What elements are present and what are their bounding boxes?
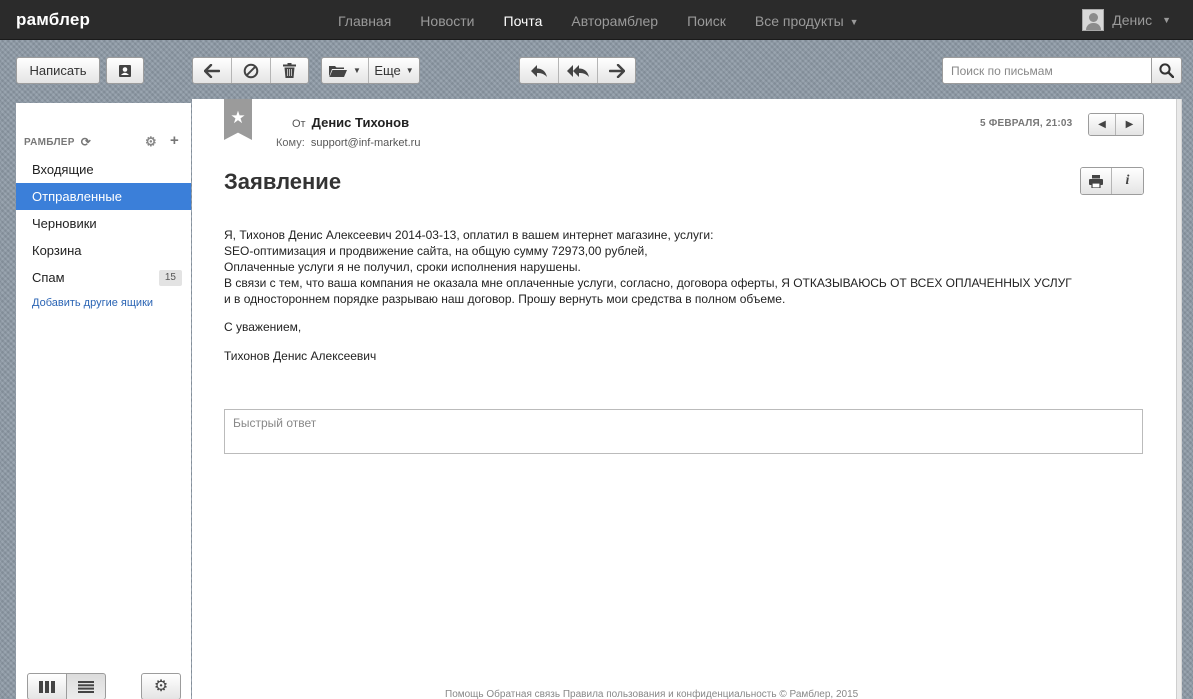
columns-icon bbox=[39, 680, 55, 693]
body-signature: Тихонов Денис Алексеевич bbox=[224, 349, 377, 363]
message-actions-group bbox=[192, 57, 309, 84]
triangle-left-icon: ◀ bbox=[1098, 118, 1106, 130]
folder-icon bbox=[329, 65, 348, 77]
folder-trash[interactable]: Корзина bbox=[16, 237, 191, 264]
sender-name[interactable]: Денис Тихонов bbox=[312, 115, 409, 130]
to-label: Кому: bbox=[276, 137, 305, 149]
list-icon bbox=[78, 680, 94, 693]
folder-list: Входящие Отправленные Черновики Корзина … bbox=[16, 156, 191, 291]
print-icon bbox=[1089, 174, 1103, 188]
layout-columns-button[interactable] bbox=[27, 673, 67, 699]
reply-button[interactable] bbox=[520, 58, 559, 83]
chevron-down-icon: ▼ bbox=[849, 17, 859, 27]
layout-list-button[interactable] bbox=[66, 673, 106, 699]
folder-sent[interactable]: Отправленные bbox=[16, 183, 191, 210]
top-bar: рамблер Главная Новости Почта Авторамбле… bbox=[0, 0, 1193, 40]
unread-count-badge: 15 bbox=[158, 270, 182, 286]
print-button[interactable] bbox=[1081, 168, 1112, 194]
info-icon: i bbox=[1125, 173, 1130, 188]
nav-search[interactable]: Поиск bbox=[687, 0, 726, 40]
account-header: РАМБЛЕР ⟳ ⚙ + bbox=[24, 132, 184, 150]
more-button[interactable]: Еще ▼ bbox=[369, 58, 419, 83]
block-icon bbox=[243, 63, 259, 78]
user-name: Денис bbox=[1112, 12, 1153, 28]
body-line: Оплаченные услуги я не получил, сроки ис… bbox=[224, 260, 581, 274]
contacts-icon bbox=[119, 64, 131, 77]
body-regards: С уважением, bbox=[224, 320, 302, 334]
spam-button[interactable] bbox=[232, 58, 271, 83]
info-button[interactable]: i bbox=[1112, 168, 1143, 194]
trash-icon bbox=[283, 63, 296, 78]
body-line: и в одностороннем порядке разрываю наш д… bbox=[224, 292, 786, 306]
message-nav-group: ◀ ▶ bbox=[1088, 113, 1144, 136]
contacts-button[interactable] bbox=[106, 57, 144, 84]
top-navigation: Главная Новости Почта Авторамблер Поиск … bbox=[338, 0, 888, 40]
folder-spam[interactable]: Спам 15 bbox=[16, 264, 191, 291]
triangle-right-icon: ▶ bbox=[1125, 118, 1134, 130]
plus-icon[interactable]: + bbox=[170, 132, 179, 149]
message-subject: Заявление bbox=[224, 169, 342, 194]
from-label: От bbox=[292, 118, 306, 130]
move-more-group: ▼ Еще ▼ bbox=[321, 57, 420, 84]
back-button[interactable] bbox=[193, 58, 232, 83]
reply-all-icon bbox=[567, 64, 589, 77]
nav-mail[interactable]: Почта bbox=[504, 0, 543, 40]
gear-icon[interactable]: ⚙ bbox=[145, 134, 157, 150]
next-message-button[interactable]: ▶ bbox=[1116, 114, 1143, 135]
reply-actions-group bbox=[519, 57, 636, 84]
avatar bbox=[1082, 9, 1105, 31]
search-input[interactable] bbox=[942, 57, 1152, 84]
sidebar: РАМБЛЕР ⟳ ⚙ + Входящие Отправленные Черн… bbox=[16, 103, 191, 699]
body-line: SEO-оптимизация и продвижение сайта, на … bbox=[224, 244, 648, 258]
message-view: ★ От Денис Тихонов Кому: support@inf-mar… bbox=[192, 99, 1176, 699]
rambler-logo[interactable]: рамблер bbox=[16, 10, 90, 30]
gear-icon: ⚙ bbox=[153, 677, 169, 695]
forward-button[interactable] bbox=[598, 58, 635, 83]
more-label: Еще bbox=[374, 63, 401, 78]
delete-button[interactable] bbox=[271, 58, 308, 83]
user-menu[interactable]: Денис ▼ bbox=[1082, 9, 1171, 31]
quick-reply-field[interactable] bbox=[224, 409, 1143, 454]
nav-all-products-label: Все продукты bbox=[754, 13, 844, 29]
chevron-down-icon: ▼ bbox=[405, 65, 414, 75]
add-mailboxes-link[interactable]: Добавить другие ящики bbox=[32, 297, 153, 309]
chevron-down-icon: ▼ bbox=[1162, 15, 1171, 25]
refresh-icon[interactable]: ⟳ bbox=[81, 135, 91, 149]
nav-auto[interactable]: Авторамблер bbox=[571, 0, 658, 40]
star-icon[interactable]: ★ bbox=[224, 99, 252, 140]
previous-message-button[interactable]: ◀ bbox=[1089, 114, 1116, 135]
arrow-right-icon bbox=[608, 63, 625, 78]
footer-links[interactable]: Помощь Обратная связь Правила пользовани… bbox=[445, 689, 858, 699]
sender-row: От Денис Тихонов bbox=[292, 115, 409, 130]
nav-all-products[interactable]: Все продукты ▼ bbox=[755, 0, 859, 40]
settings-button[interactable]: ⚙ bbox=[141, 673, 181, 699]
nav-home[interactable]: Главная bbox=[338, 0, 391, 40]
chevron-down-icon: ▼ bbox=[353, 65, 361, 75]
arrow-left-icon bbox=[204, 63, 220, 78]
compose-button[interactable]: Написать bbox=[16, 57, 100, 84]
account-label: РАМБЛЕР bbox=[24, 136, 75, 148]
search-icon bbox=[1159, 63, 1174, 78]
search-button[interactable] bbox=[1151, 57, 1182, 84]
nav-news[interactable]: Новости bbox=[420, 0, 474, 40]
message-date: 5 ФЕВРАЛЯ, 21:03 bbox=[980, 118, 1073, 129]
folder-spam-label: Спам bbox=[32, 270, 65, 285]
folder-drafts[interactable]: Черновики bbox=[16, 210, 191, 237]
folder-inbox[interactable]: Входящие bbox=[16, 156, 191, 183]
reply-all-button[interactable] bbox=[559, 58, 598, 83]
message-tools-group: i bbox=[1080, 167, 1144, 195]
message-body: Я, Тихонов Денис Алексеевич 2014-03-13, … bbox=[224, 227, 1154, 307]
move-to-folder-button[interactable]: ▼ bbox=[322, 58, 369, 83]
reply-icon bbox=[531, 64, 547, 77]
body-line: Я, Тихонов Денис Алексеевич 2014-03-13, … bbox=[224, 228, 714, 242]
body-line: В связи с тем, что ваша компания не оказ… bbox=[224, 276, 1072, 290]
recipient-row: Кому: support@inf-market.ru bbox=[276, 137, 420, 149]
recipient-address[interactable]: support@inf-market.ru bbox=[311, 137, 421, 149]
